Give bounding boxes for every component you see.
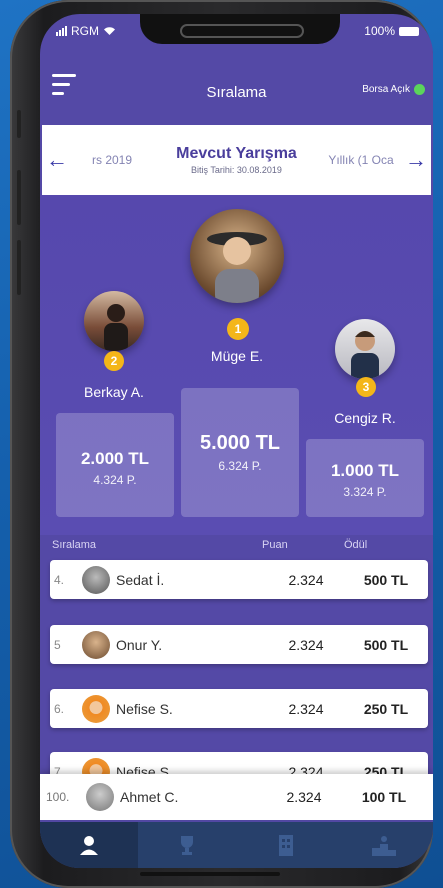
col-rank-header: Sıralama [52, 539, 97, 551]
col-prize-header: Ödül [344, 539, 368, 551]
row-name: Nefise S. [116, 700, 173, 717]
rank-badge-first: 1 [227, 318, 249, 340]
avatar-first[interactable] [190, 209, 284, 303]
signal-icon [56, 26, 67, 36]
avatar-third[interactable] [335, 319, 395, 379]
battery-icon [399, 26, 419, 36]
building-icon [278, 835, 293, 856]
second-place-name: Berkay A. [84, 384, 144, 400]
volume-up-button [17, 170, 21, 225]
status-bar-left: RGM [56, 20, 116, 42]
first-place-card: 5.000 TL 6.324 P. [181, 388, 299, 517]
rank-badge-third: 3 [356, 377, 376, 397]
second-place-card: 2.000 TL 4.324 P. [56, 413, 174, 517]
col-points-header: Puan [262, 539, 288, 551]
row-points: 2.324 [288, 700, 324, 717]
prev-arrow-icon[interactable]: ← [42, 147, 72, 173]
row-name: Sedat İ. [116, 571, 165, 588]
third-place-points: 3.324 P. [343, 485, 387, 499]
current-user-name: Ahmet C. [120, 789, 179, 805]
user-avatar [82, 565, 110, 594]
row-name: Onur Y. [116, 636, 163, 653]
wifi-icon [104, 27, 115, 35]
third-place-amount: 1.000 TL [330, 461, 400, 480]
competition-title: Mevcut Yarışma [176, 145, 297, 162]
market-open-indicator [414, 84, 425, 95]
first-place-points: 6.324 P. [218, 459, 262, 473]
row-prize: 250 TL [363, 700, 409, 717]
next-competition[interactable]: Yıllık (1 Oca [321, 153, 401, 167]
first-place-amount: 5.000 TL [199, 432, 281, 454]
top-bar: Sıralama Borsa Açık [40, 62, 433, 122]
current-user-points: 2.324 [286, 789, 322, 805]
ranking-table-header: Sıralama Puan Ödül [40, 535, 433, 557]
tab-trophy[interactable] [138, 822, 236, 868]
third-place-name: Cengiz R. [334, 410, 396, 426]
market-status: Borsa Açık [362, 84, 425, 95]
user-icon [80, 836, 99, 855]
status-bar-right: 100% [364, 20, 419, 42]
rank-badge-second: 2 [104, 351, 124, 371]
second-place-amount: 2.000 TL [80, 449, 150, 468]
notch [140, 14, 340, 44]
podium-icon [371, 836, 396, 856]
user-avatar [82, 630, 110, 659]
row-points: 2.324 [288, 571, 324, 588]
carrier-label: RGM [71, 24, 99, 38]
table-row[interactable]: 5 Onur Y. 2.324 500 TL [50, 625, 428, 664]
row-rank: 6. [54, 701, 65, 716]
volume-down-button [17, 240, 21, 295]
table-row[interactable]: 6. Nefise S. 2.324 250 TL [50, 689, 428, 728]
row-points: 2.324 [288, 636, 324, 653]
row-rank: 5 [54, 637, 61, 652]
phone-frame: RGM 100% Sıralama Borsa Açık ← rs 2019 M… [10, 0, 433, 888]
current-user-avatar [86, 783, 114, 811]
user-avatar [82, 694, 110, 723]
prev-competition[interactable]: rs 2019 [72, 153, 152, 167]
tab-profile[interactable] [40, 822, 139, 868]
app-screen: RGM 100% Sıralama Borsa Açık ← rs 2019 M… [40, 14, 433, 868]
row-rank: 4. [54, 572, 65, 587]
current-user-prize: 100 TL [361, 789, 407, 805]
next-arrow-icon[interactable]: → [401, 147, 431, 173]
second-place-points: 4.324 P. [93, 473, 137, 487]
bottom-tab-bar [40, 822, 433, 868]
tab-company[interactable] [237, 822, 335, 868]
table-row[interactable]: 4. Sedat İ. 2.324 500 TL [50, 560, 428, 599]
current-user-rank: 100. [46, 790, 70, 804]
market-status-label: Borsa Açık [362, 84, 410, 95]
trophy-icon [181, 836, 194, 855]
row-prize: 500 TL [363, 636, 409, 653]
row-prize: 500 TL [363, 571, 409, 588]
competition-end-date: Bitiş Tarihi: 30.08.2019 [191, 165, 282, 175]
competition-selector: ← rs 2019 Mevcut Yarışma Bitiş Tarihi: 3… [42, 125, 431, 195]
battery-percent: 100% [364, 24, 395, 38]
mute-switch [17, 110, 21, 138]
first-place-name: Müge E. [210, 348, 264, 364]
third-place-card: 1.000 TL 3.324 P. [306, 439, 424, 517]
current-competition: Mevcut Yarışma Bitiş Tarihi: 30.08.2019 [152, 145, 321, 175]
podium: 1 Müge E. 2 Berkay A. 3 Cengiz R. 2.000 … [40, 195, 433, 535]
tab-leaderboard[interactable] [335, 822, 433, 868]
avatar-second[interactable] [84, 291, 144, 351]
home-indicator [140, 872, 280, 876]
current-user-row[interactable]: 100. Ahmet C. 2.324 100 TL [40, 774, 433, 820]
